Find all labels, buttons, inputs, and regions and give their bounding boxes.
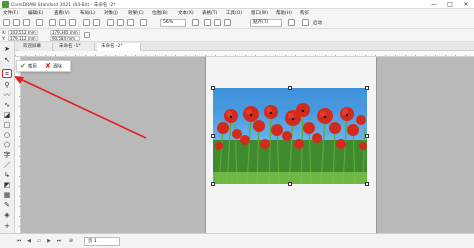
launch-icon[interactable] bbox=[302, 19, 309, 26]
artistic-media-icon[interactable]: ∿ bbox=[2, 101, 12, 110]
property-bar: X: 103.512 mm Y: 179.112 mm 179.365 mm 9… bbox=[0, 29, 474, 42]
document-tab-bar: 欢迎屏幕 未命名 -1* 未命名 -2* bbox=[15, 42, 474, 51]
crop-handle-left[interactable] bbox=[211, 134, 215, 138]
menu-edit[interactable]: 编辑(E) bbox=[28, 10, 43, 16]
rectangle-tool-icon[interactable]: □ bbox=[2, 121, 12, 130]
options-gear-icon[interactable] bbox=[288, 19, 295, 26]
crop-handle-bottom-right[interactable] bbox=[365, 182, 369, 186]
x-label: X: bbox=[2, 30, 7, 35]
menu-object[interactable]: 对象(J) bbox=[104, 10, 118, 16]
undo-icon[interactable] bbox=[83, 19, 90, 26]
crop-handle-top-left[interactable] bbox=[211, 86, 215, 90]
maximize-button[interactable]: □ bbox=[442, 0, 458, 9]
smart-fill-icon[interactable]: ◪ bbox=[2, 111, 12, 120]
tab-untitled-2[interactable]: 未命名 -2* bbox=[97, 43, 141, 51]
menu-file[interactable]: 文件(F) bbox=[3, 10, 18, 16]
launch-label[interactable]: 启动 bbox=[313, 20, 322, 26]
height-field[interactable]: 90.584 mm bbox=[50, 36, 80, 41]
eyedropper-icon[interactable]: ✎ bbox=[2, 201, 12, 210]
drop-shadow-icon[interactable]: ◩ bbox=[2, 181, 12, 190]
crop-tool-icon[interactable]: ⌗ bbox=[2, 69, 12, 78]
shape-tool-icon[interactable]: ↖ bbox=[2, 56, 12, 65]
coreldraw-app-icon bbox=[2, 1, 9, 8]
zoom-level-select[interactable]: 56% bbox=[160, 19, 186, 27]
toolbox: ➤ ↖ ⌗ ⚲ 〰 ∿ ◪ □ ○ ⬠ 字 ／ ↳ ◩ ▦ ✎ ◈ + bbox=[0, 42, 15, 242]
crop-floating-toolbar: ✔ 裁剪 ✘ 清除 bbox=[16, 60, 71, 72]
snap-to-select[interactable]: 贴齐(T) bbox=[250, 19, 282, 27]
tab-untitled-1[interactable]: 未命名 -1* bbox=[55, 43, 95, 51]
cut-icon[interactable] bbox=[49, 19, 56, 26]
search-icon[interactable] bbox=[107, 19, 114, 26]
first-page-icon[interactable]: ⏮ bbox=[16, 238, 22, 244]
redo-icon[interactable] bbox=[93, 19, 100, 26]
poppy-photo[interactable] bbox=[213, 88, 367, 184]
menu-bitmaps[interactable]: 位图(B) bbox=[152, 10, 168, 16]
menu-purchase[interactable]: 购买 bbox=[300, 10, 309, 16]
status-bar: ⏮ ◀ ▭ ▶ ⏭ ⊕ 页 1 bbox=[0, 233, 474, 248]
minimize-button[interactable]: — bbox=[426, 0, 442, 9]
crop-handle-top[interactable] bbox=[288, 86, 292, 90]
pick-tool-icon[interactable]: ➤ bbox=[2, 45, 12, 54]
show-rulers-icon[interactable] bbox=[204, 19, 211, 26]
crop-handle-bottom-left[interactable] bbox=[211, 182, 215, 186]
x-position-field[interactable]: 103.512 mm bbox=[8, 30, 38, 35]
last-page-icon[interactable]: ⏭ bbox=[56, 238, 62, 244]
crop-apply-label: 裁剪 bbox=[27, 64, 37, 70]
cross-icon: ✘ bbox=[45, 62, 51, 70]
crop-apply-button[interactable]: ✔ 裁剪 bbox=[20, 61, 37, 71]
menu-help[interactable]: 帮助(H) bbox=[276, 10, 292, 16]
lock-ratio-icon[interactable] bbox=[84, 32, 90, 38]
save-icon[interactable] bbox=[23, 19, 30, 26]
parallel-dimension-icon[interactable]: ／ bbox=[2, 161, 12, 170]
menu-layout[interactable]: 布局(L) bbox=[80, 10, 95, 16]
interactive-fill-icon[interactable]: ◈ bbox=[2, 211, 12, 220]
y-position-field[interactable]: 179.112 mm bbox=[8, 36, 38, 41]
add-page-icon[interactable]: ⊕ bbox=[68, 238, 74, 244]
title-bar: CorelDRAW Standard 2021 (64-Bit) - 未命名 -… bbox=[0, 0, 474, 9]
page-indicator-icon: ▭ bbox=[36, 238, 42, 244]
menu-window[interactable]: 窗口(W) bbox=[251, 10, 268, 16]
publish-pdf-icon[interactable] bbox=[140, 19, 147, 26]
width-field[interactable]: 179.365 mm bbox=[50, 30, 80, 35]
show-grid-icon[interactable] bbox=[214, 19, 221, 26]
standard-toolbar: 56% 贴齐(T) 启动 bbox=[0, 17, 474, 29]
check-icon: ✔ bbox=[20, 62, 26, 70]
menu-tools[interactable]: 工具(O) bbox=[226, 10, 242, 16]
add-tool-icon[interactable]: + bbox=[2, 222, 12, 231]
menu-effects[interactable]: 效果(C) bbox=[128, 10, 144, 16]
crop-handle-right[interactable] bbox=[365, 134, 369, 138]
page-tab[interactable]: 页 1 bbox=[84, 237, 120, 246]
crop-handle-top-right[interactable] bbox=[365, 86, 369, 90]
y-label: Y: bbox=[2, 36, 6, 41]
ellipse-tool-icon[interactable]: ○ bbox=[2, 131, 12, 140]
paste-icon[interactable] bbox=[69, 19, 76, 26]
zoom-tool-icon[interactable]: ⚲ bbox=[2, 81, 12, 90]
full-screen-icon[interactable] bbox=[192, 19, 199, 26]
menu-bar: 文件(F) 编辑(E) 查看(V) 布局(L) 对象(J) 效果(C) 位图(B… bbox=[0, 9, 474, 17]
copy-icon[interactable] bbox=[59, 19, 66, 26]
export-icon[interactable] bbox=[127, 19, 134, 26]
show-guidelines-icon[interactable] bbox=[224, 19, 231, 26]
polygon-tool-icon[interactable]: ⬠ bbox=[2, 141, 12, 150]
tab-welcome[interactable]: 欢迎屏幕 bbox=[19, 43, 53, 51]
menu-table[interactable]: 表格(T) bbox=[202, 10, 217, 16]
text-tool-icon[interactable]: 字 bbox=[2, 151, 12, 160]
print-icon[interactable] bbox=[36, 19, 43, 26]
import-icon[interactable] bbox=[117, 19, 124, 26]
crop-clear-button[interactable]: ✘ 清除 bbox=[45, 61, 62, 71]
menu-text[interactable]: 文本(X) bbox=[178, 10, 194, 16]
window-title: CorelDRAW Standard 2021 (64-Bit) - 未命名 -… bbox=[11, 3, 116, 8]
freehand-tool-icon[interactable]: 〰 bbox=[2, 91, 12, 100]
connector-tool-icon[interactable]: ↳ bbox=[2, 171, 12, 180]
next-page-icon[interactable]: ▶ bbox=[46, 238, 52, 244]
crop-handle-bottom[interactable] bbox=[288, 182, 292, 186]
open-icon[interactable] bbox=[13, 19, 20, 26]
menu-view[interactable]: 查看(V) bbox=[54, 10, 70, 16]
close-button[interactable]: ✕ bbox=[458, 0, 474, 9]
previous-page-icon[interactable]: ◀ bbox=[26, 238, 32, 244]
crop-clear-label: 清除 bbox=[52, 64, 62, 70]
new-document-icon[interactable] bbox=[3, 19, 10, 26]
transparency-icon[interactable]: ▦ bbox=[2, 191, 12, 200]
